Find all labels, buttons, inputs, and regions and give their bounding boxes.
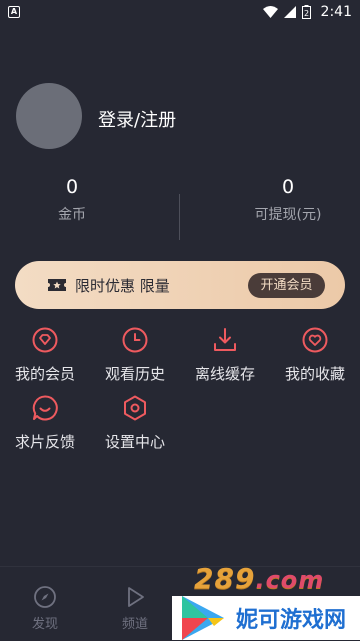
- battery-icon: 2: [301, 5, 311, 19]
- menu-item-my-vip[interactable]: 我的会员: [0, 327, 90, 384]
- withdraw-value: 0: [281, 176, 295, 198]
- settings-icon: [124, 395, 146, 421]
- menu-item-favorites[interactable]: 我的收藏: [270, 327, 360, 384]
- withdraw-stat[interactable]: 0 可提现(元): [198, 176, 360, 224]
- play-icon: [128, 587, 144, 607]
- menu-label: 我的会员: [14, 365, 75, 383]
- withdraw-label: 可提现(元): [254, 207, 322, 223]
- tab-channel[interactable]: 频道: [105, 585, 165, 632]
- app-notification-icon: A: [8, 6, 20, 18]
- menu-label: 观看历史: [104, 365, 165, 383]
- avatar[interactable]: [16, 83, 82, 149]
- vip-promo-text: 限时优惠 限量: [75, 277, 170, 295]
- menu-label: 设置中心: [104, 433, 165, 451]
- menu-label: 离线缓存: [194, 365, 255, 383]
- coins-stat[interactable]: 0 金币: [0, 176, 162, 224]
- battery-level: 2: [304, 9, 309, 18]
- coins-label: 金币: [58, 207, 86, 223]
- coins-value: 0: [65, 176, 79, 198]
- diamond-icon: [32, 327, 58, 353]
- tab-label: 发现: [31, 617, 58, 632]
- menu-label: 我的收藏: [284, 365, 345, 383]
- stats-divider: [179, 194, 180, 240]
- menu-label: 求片反馈: [14, 433, 75, 451]
- menu-item-offline-cache[interactable]: 离线缓存: [180, 327, 270, 384]
- signal-icon: [283, 6, 296, 18]
- tab-label: 频道: [121, 617, 148, 632]
- menu-item-feedback[interactable]: 求片反馈: [0, 395, 90, 452]
- menu-item-history[interactable]: 观看历史: [90, 327, 180, 384]
- ticket-icon: [48, 279, 66, 291]
- tab-discover[interactable]: 发现: [15, 585, 75, 632]
- status-bar: A 2 2:41: [0, 0, 360, 24]
- compass-icon: [34, 586, 56, 608]
- bottom-tab-bar: 发现 频道: [0, 566, 360, 641]
- heart-icon: [302, 327, 328, 353]
- stats-panel: 0 金币 0 可提现(元): [0, 176, 360, 244]
- login-register-link[interactable]: 登录/注册: [98, 106, 176, 132]
- wifi-icon: [262, 6, 278, 18]
- status-time: 2:41: [320, 4, 352, 20]
- download-icon: [214, 328, 236, 351]
- menu-item-settings[interactable]: 设置中心: [90, 395, 180, 452]
- open-vip-button[interactable]: 开通会员: [248, 273, 325, 298]
- chat-icon: [32, 395, 58, 421]
- clock-icon: [122, 327, 148, 353]
- vip-banner[interactable]: 限时优惠 限量 开通会员: [15, 261, 345, 309]
